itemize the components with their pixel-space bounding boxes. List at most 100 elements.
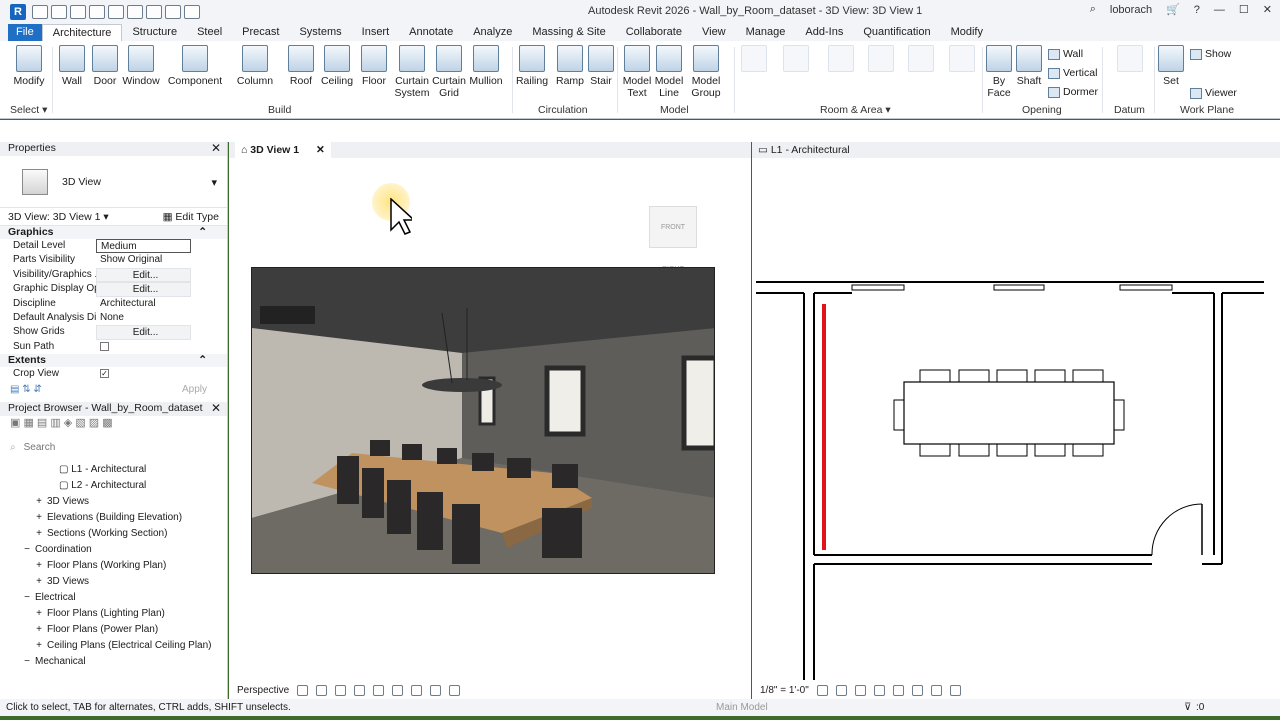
expand-toggle-icon[interactable]: + [34, 510, 44, 526]
maximize-icon[interactable]: ☐ [1239, 3, 1249, 16]
close-icon[interactable]: ✕ [211, 142, 221, 155]
filter-icon[interactable]: ⊽ [1184, 702, 1191, 713]
view-3d[interactable]: ⌂ 3D View 1 ✕ FRONT RIGHT [229, 142, 751, 699]
tab-collaborate[interactable]: Collaborate [616, 24, 692, 41]
apply-button[interactable]: Apply [182, 384, 207, 395]
browser-item[interactable]: +3D Views [0, 494, 227, 510]
save-icon[interactable] [51, 5, 67, 19]
tab-modify[interactable]: Modify [941, 24, 993, 41]
search-input[interactable] [23, 442, 184, 454]
mullion-button[interactable]: Mullion [466, 45, 506, 87]
wall-opening-button[interactable]: Wall [1048, 48, 1083, 60]
vertical-opening-button[interactable]: Vertical [1048, 67, 1097, 79]
tab-3d-view-1[interactable]: ⌂ 3D View 1 ✕ [235, 142, 331, 158]
component-button[interactable]: Component [166, 45, 224, 87]
redo-icon[interactable] [108, 5, 124, 19]
cart-icon[interactable]: 🛒 [1166, 3, 1180, 16]
browser-search[interactable]: ⌕ [10, 438, 221, 458]
reveal-hidden-icon[interactable] [949, 684, 961, 696]
browser-item[interactable]: +3D Views [0, 574, 227, 590]
user-name[interactable]: loborach [1110, 4, 1152, 16]
tab-precast[interactable]: Precast [232, 24, 289, 41]
expand-toggle-icon[interactable]: − [22, 654, 32, 670]
crop-view-icon[interactable] [892, 684, 904, 696]
dormer-button[interactable]: Dormer [1048, 86, 1098, 98]
detail-level-icon[interactable] [816, 684, 828, 696]
browser-item[interactable]: − Coordination [0, 542, 227, 558]
show-crop-icon[interactable] [911, 684, 923, 696]
properties-filter-icon[interactable]: ▤ ⇅ ⇵ [10, 384, 42, 395]
curtain-system-button[interactable]: Curtain System [393, 45, 431, 99]
close-icon[interactable]: ✕ [211, 401, 221, 415]
home-icon[interactable] [165, 5, 181, 19]
binoculars-icon[interactable]: ⌕ [1090, 3, 1096, 16]
shadows-icon[interactable] [873, 684, 885, 696]
visual-style-icon[interactable] [297, 684, 309, 696]
panel-room-area-label[interactable]: Room & Area ▾ [820, 104, 891, 116]
curtain-grid-button[interactable]: Curtain Grid [430, 45, 468, 99]
show-grids-edit-button[interactable]: Edit... [96, 325, 191, 340]
window-button[interactable]: Window [121, 45, 161, 87]
browser-item[interactable]: + Floor Plans (Lighting Plan) [0, 606, 227, 622]
browser-item[interactable]: − Electrical [0, 590, 227, 606]
browser-item[interactable]: + Elevations (Building Elevation) [0, 510, 227, 526]
door-button[interactable]: Door [90, 45, 120, 87]
expand-toggle-icon[interactable]: + [34, 558, 44, 574]
wall-button[interactable]: Wall [57, 45, 87, 87]
sun-path-icon[interactable] [316, 684, 328, 696]
shaft-button[interactable]: Shaft [1014, 45, 1044, 87]
expand-toggle-icon[interactable]: + [34, 638, 44, 654]
floor-button[interactable]: Floor [358, 45, 390, 87]
help-icon[interactable]: ? [1194, 4, 1200, 16]
sync-icon[interactable] [70, 5, 86, 19]
group-graphics[interactable]: Graphics ⌃ [0, 226, 227, 239]
tab-steel[interactable]: Steel [187, 24, 232, 41]
browser-tool-icons[interactable]: ▣ ▦ ▤ ▥ ◈ ▧ ▨ ▩ [10, 417, 113, 429]
tab-l1-architectural[interactable]: ▭ L1 - Architectural [758, 144, 850, 156]
view-plan[interactable]: ▭ L1 - Architectural 1/8" = 1'-0" [752, 142, 1280, 699]
railing-button[interactable]: Railing [514, 45, 550, 87]
expand-toggle-icon[interactable]: − [22, 590, 32, 606]
parts-visibility-field[interactable]: Show Original [96, 253, 191, 267]
perspective-label[interactable]: Perspective [237, 685, 289, 696]
open-icon[interactable] [32, 5, 48, 19]
crop-view-icon[interactable] [373, 684, 385, 696]
model-text-button[interactable]: Model Text [620, 45, 654, 99]
minimize-icon[interactable]: — [1214, 4, 1225, 16]
revit-logo-icon[interactable]: R [10, 4, 26, 20]
viewer-button[interactable]: Viewer [1190, 87, 1237, 99]
view-scale[interactable]: 1/8" = 1'-0" [760, 685, 809, 696]
tab-view[interactable]: View [692, 24, 736, 41]
expand-toggle-icon[interactable]: + [34, 622, 44, 638]
browser-item[interactable]: ▢ L2 - Architectural [0, 478, 227, 494]
group-extents[interactable]: Extents ⌃ [0, 354, 227, 368]
browser-item[interactable]: + Floor Plans (Working Plan) [0, 558, 227, 574]
type-selector[interactable]: 3D View ▾ [0, 156, 227, 208]
lock-view-icon[interactable] [411, 684, 423, 696]
browser-item[interactable]: + Ceiling Plans (Electrical Ceiling Plan) [0, 638, 227, 654]
switch-windows-icon[interactable] [184, 5, 200, 19]
ceiling-button[interactable]: Ceiling [318, 45, 356, 87]
tab-structure[interactable]: Structure [122, 24, 187, 41]
ramp-button[interactable]: Ramp [554, 45, 586, 87]
model-line-button[interactable]: Model Line [652, 45, 686, 99]
temporary-hide-icon[interactable] [930, 684, 942, 696]
expand-toggle-icon[interactable]: + [34, 574, 44, 590]
show-crop-icon[interactable] [392, 684, 404, 696]
view-cube[interactable]: FRONT RIGHT [649, 206, 697, 273]
expand-toggle-icon[interactable]: + [34, 494, 44, 510]
shadows-icon[interactable] [335, 684, 347, 696]
stair-button[interactable]: Stair [586, 45, 616, 87]
render-icon[interactable] [354, 684, 366, 696]
modify-button[interactable]: Modify [10, 45, 48, 87]
measure-icon[interactable] [146, 5, 162, 19]
model-group-button[interactable]: Model Group [688, 45, 724, 99]
print-icon[interactable] [127, 5, 143, 19]
tab-massing-site[interactable]: Massing & Site [522, 24, 615, 41]
select-dropdown[interactable]: Select ▾ [10, 104, 47, 116]
crop-view-checkbox[interactable]: ✓ [100, 369, 109, 379]
tab-insert[interactable]: Insert [352, 24, 400, 41]
expand-toggle-icon[interactable]: + [34, 526, 44, 542]
instance-selector[interactable]: 3D View: 3D View 1 ▾ [8, 211, 109, 223]
active-model[interactable]: Main Model [716, 702, 768, 713]
